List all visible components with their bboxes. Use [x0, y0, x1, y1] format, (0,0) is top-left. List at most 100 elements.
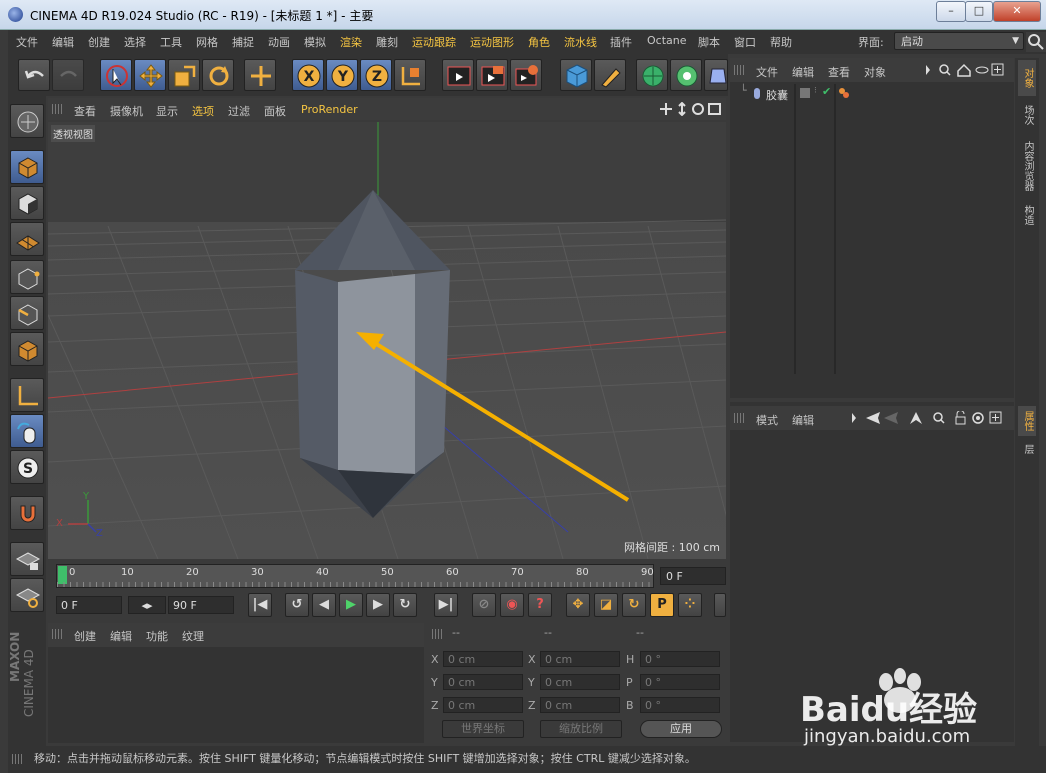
menu-plugins[interactable]: 插件	[610, 34, 632, 50]
go-to-start-button[interactable]: |◀	[248, 593, 272, 617]
interface-layout-select[interactable]: 启动 ▼	[894, 32, 1024, 50]
rotate-tool[interactable]	[202, 59, 234, 91]
menu-create[interactable]: 创建	[88, 34, 110, 50]
menu-select[interactable]: 选择	[124, 34, 146, 50]
attr-menu-mode[interactable]: 模式	[756, 412, 778, 428]
object-manager-toolbar-icons[interactable]	[926, 63, 1012, 77]
menu-edit[interactable]: 编辑	[52, 34, 74, 50]
close-button[interactable]: ✕	[993, 1, 1041, 22]
vp-menu-camera[interactable]: 摄像机	[110, 103, 143, 119]
menu-sculpt[interactable]: 雕刻	[376, 34, 398, 50]
visibility-dots-icon[interactable]: ⁝	[814, 86, 817, 96]
autokeying-button[interactable]: ◉	[500, 593, 524, 617]
mat-menu-edit[interactable]: 编辑	[110, 628, 132, 644]
menu-window[interactable]: 窗口	[734, 34, 756, 50]
position-y-field[interactable]: 0 cm	[443, 674, 523, 690]
recent-tool[interactable]	[244, 59, 276, 91]
menu-character[interactable]: 角色	[528, 34, 550, 50]
mat-menu-create[interactable]: 创建	[74, 628, 96, 644]
attribute-toolbar-icons[interactable]	[852, 411, 1012, 425]
solo-mode-button[interactable]: S	[10, 450, 44, 484]
world-coordinates-select[interactable]: 世界坐标	[442, 720, 524, 738]
z-axis-lock[interactable]: Z	[360, 59, 392, 91]
menu-animate[interactable]: 动画	[268, 34, 290, 50]
tweak-mode-button[interactable]	[10, 414, 44, 448]
panel-grip-icon[interactable]	[734, 413, 744, 423]
record-point-level-button[interactable]: ⁘	[678, 593, 702, 617]
record-active-objects-button[interactable]: ⊘	[472, 593, 496, 617]
position-z-field[interactable]: 0 cm	[443, 697, 523, 713]
vp-menu-options[interactable]: 选项	[192, 103, 214, 119]
workplane-align-button[interactable]	[10, 578, 44, 612]
rotation-p-field[interactable]: 0 °	[640, 674, 720, 690]
make-editable-button[interactable]	[10, 104, 44, 138]
viewport-navigation-icons[interactable]	[660, 102, 724, 116]
rotation-h-field[interactable]: 0 °	[640, 651, 720, 667]
edges-mode-button[interactable]	[10, 296, 44, 330]
vp-menu-panel[interactable]: 面板	[264, 103, 286, 119]
obj-menu-objects[interactable]: 对象	[864, 64, 886, 80]
preview-start-field[interactable]: 0 F	[56, 596, 122, 614]
menu-file[interactable]: 文件	[16, 34, 38, 50]
maximize-button[interactable]: □	[965, 1, 993, 22]
menu-script[interactable]: 脚本	[698, 34, 720, 50]
texture-mode-button[interactable]	[10, 186, 44, 220]
model-mode-button[interactable]	[10, 150, 44, 184]
mat-menu-function[interactable]: 功能	[146, 628, 168, 644]
previous-key-button[interactable]: ↺	[285, 593, 309, 617]
render-to-picture-viewer-button[interactable]	[476, 59, 508, 91]
play-button[interactable]: ▶	[339, 593, 363, 617]
tab-objects[interactable]: 对象	[1018, 60, 1036, 96]
obj-menu-view[interactable]: 查看	[828, 64, 850, 80]
tab-structure[interactable]: 构造	[1018, 200, 1036, 230]
perspective-viewport[interactable]: Y X Z 透视视图 网格间距 : 100 cm	[48, 122, 726, 559]
next-key-button[interactable]: ↻	[393, 593, 417, 617]
preview-end-field[interactable]: 90 F	[168, 596, 234, 614]
go-to-end-button[interactable]: ▶|	[434, 593, 458, 617]
vp-menu-display[interactable]: 显示	[156, 103, 178, 119]
y-axis-lock[interactable]: Y	[326, 59, 358, 91]
menu-pipeline[interactable]: 流水线	[564, 34, 597, 50]
vp-menu-filter[interactable]: 过滤	[228, 103, 250, 119]
search-icon[interactable]	[1026, 32, 1046, 52]
workplane-mode-button[interactable]	[10, 222, 44, 256]
keyframe-selection-button[interactable]: ?	[528, 593, 552, 617]
phong-tag-icon[interactable]	[838, 87, 850, 99]
snapping-magnet-button[interactable]	[10, 496, 44, 530]
menu-simulate[interactable]: 模拟	[304, 34, 326, 50]
panel-grip-icon[interactable]	[52, 629, 62, 639]
minimize-button[interactable]: –	[936, 1, 966, 22]
apply-button[interactable]: 应用	[640, 720, 722, 738]
tab-attributes[interactable]: 属性	[1018, 406, 1036, 436]
timeline-ruler[interactable]: 0 10 20 30 40 50 60 70 80 90	[56, 564, 654, 588]
lock-workplane-button[interactable]	[10, 542, 44, 576]
vp-menu-view[interactable]: 查看	[74, 103, 96, 119]
cloner-button[interactable]	[670, 59, 702, 91]
preview-range-slider[interactable]: ◂▸	[128, 596, 166, 614]
rotation-b-field[interactable]: 0 °	[640, 697, 720, 713]
render-settings-button[interactable]	[510, 59, 542, 91]
obj-menu-file[interactable]: 文件	[756, 64, 778, 80]
panel-grip-icon[interactable]	[432, 629, 442, 639]
record-position-button[interactable]: ✥	[566, 593, 590, 617]
x-axis-lock[interactable]: X	[292, 59, 324, 91]
tab-layers[interactable]: 层	[1018, 438, 1036, 460]
record-parameter-button[interactable]: P	[650, 593, 674, 617]
attr-menu-edit[interactable]: 编辑	[792, 412, 814, 428]
size-x-field[interactable]: 0 cm	[540, 651, 620, 667]
points-mode-button[interactable]	[10, 260, 44, 294]
panel-grip-icon[interactable]	[52, 104, 62, 114]
polygons-mode-button[interactable]	[10, 332, 44, 366]
live-selection-tool[interactable]	[100, 59, 132, 91]
vp-menu-prorender[interactable]: ProRender	[301, 103, 358, 116]
scale-tool[interactable]	[168, 59, 200, 91]
scale-mode-select[interactable]: 缩放比例	[540, 720, 622, 738]
cube-object-button[interactable]	[560, 59, 592, 91]
menu-mograph[interactable]: 运动图形	[470, 34, 514, 50]
record-scale-button[interactable]: ◪	[594, 593, 618, 617]
enabled-check-icon[interactable]: ✔	[822, 85, 831, 98]
position-x-field[interactable]: 0 cm	[443, 651, 523, 667]
menu-mesh[interactable]: 网格	[196, 34, 218, 50]
current-frame-field[interactable]: 0 F	[660, 567, 726, 585]
menu-tools[interactable]: 工具	[160, 34, 182, 50]
